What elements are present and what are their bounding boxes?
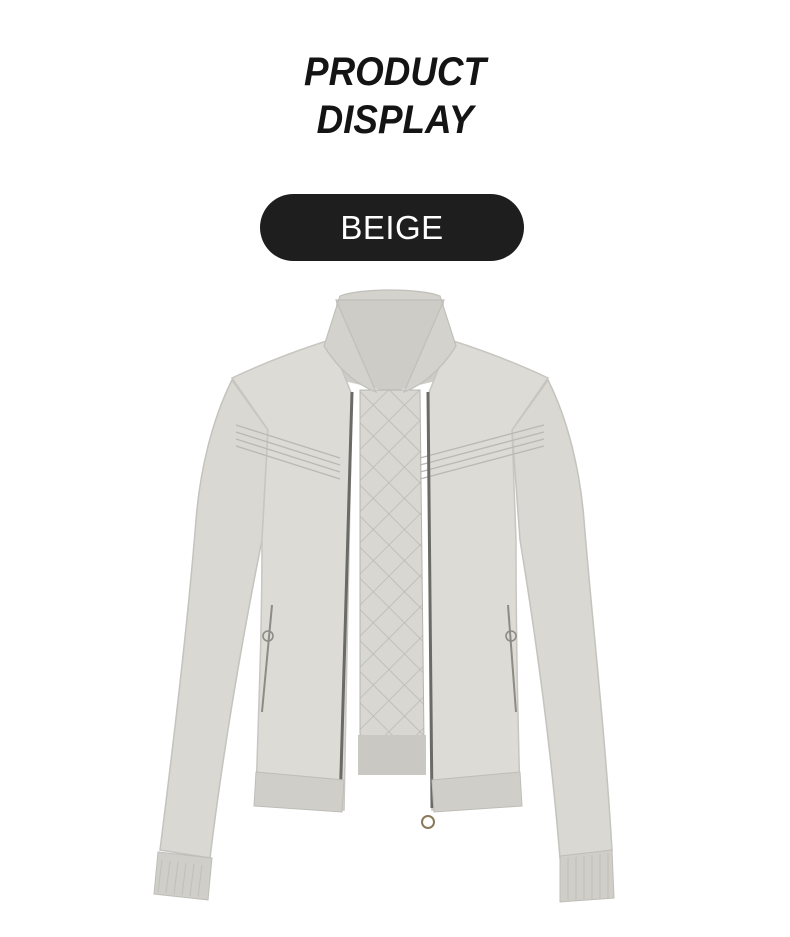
title-line-2: DISPLAY (316, 98, 474, 142)
color-badge-label: BEIGE (340, 208, 444, 246)
lining-hem (358, 735, 426, 775)
right-sleeve (511, 378, 613, 859)
title-line-1: PRODUCT (304, 50, 486, 94)
left-cuff (153, 851, 213, 901)
product-photo (153, 289, 615, 903)
color-badge: BEIGE (260, 194, 524, 261)
page-title: PRODUCT DISPLAY (32, 48, 759, 144)
quilted-lining (359, 389, 425, 741)
left-sleeve (159, 378, 269, 859)
zipper-pull (421, 815, 435, 829)
